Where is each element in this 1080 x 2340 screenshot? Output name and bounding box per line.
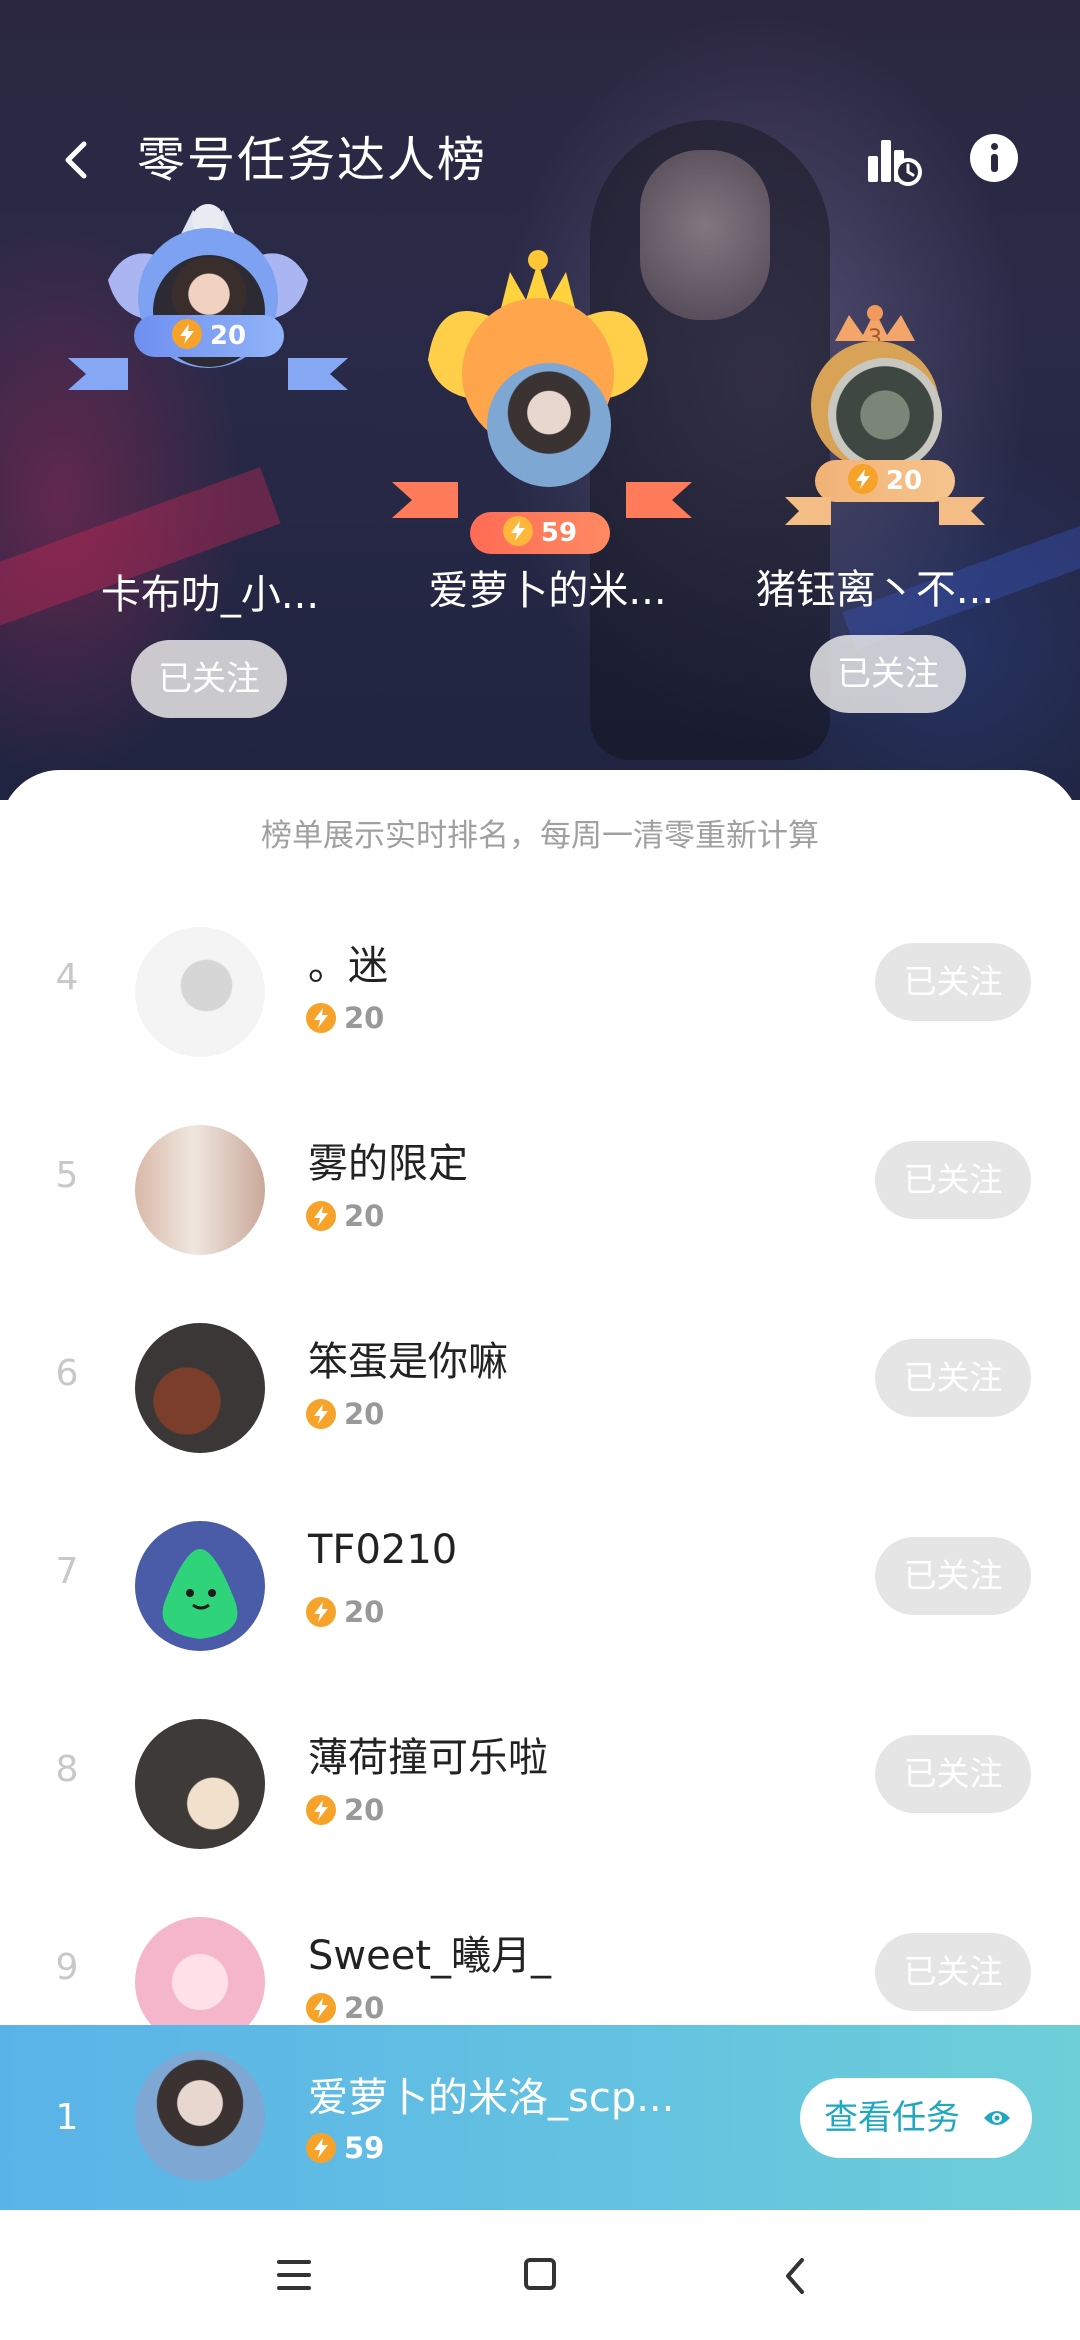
- back-button[interactable]: [50, 130, 110, 190]
- followed-button[interactable]: 已关注: [875, 1537, 1031, 1615]
- avatar[interactable]: [135, 1719, 265, 1849]
- chevron-left-icon: [65, 141, 87, 179]
- eye-icon: [984, 2111, 1010, 2125]
- lightning-bolt-icon: [847, 464, 878, 494]
- list-item[interactable]: 7 TF0210 20 已关注: [0, 1479, 1080, 1677]
- home-button[interactable]: [524, 2258, 556, 2290]
- user-name: 。迷: [308, 943, 388, 989]
- list-item[interactable]: 4 。迷 20 已关注: [0, 885, 1080, 1083]
- lightning-bolt-icon: [306, 1200, 336, 1231]
- recent-apps-button[interactable]: [277, 2260, 311, 2290]
- user-name: 笨蛋是你嘛: [308, 1339, 508, 1385]
- podium-name: 卡布叻_小...: [100, 572, 320, 618]
- my-avatar[interactable]: [135, 2051, 265, 2181]
- system-navigation-bar: [0, 2210, 1080, 2340]
- lightning-bolt-icon: [306, 1992, 336, 2023]
- my-score: 59: [306, 2131, 384, 2165]
- chevron-left-icon: [786, 2258, 804, 2294]
- info-button[interactable]: [970, 134, 1018, 182]
- podium-name: 爱萝卜的米...: [428, 568, 667, 614]
- rank-number: 9: [55, 1947, 79, 1988]
- user-score: 20: [306, 1397, 384, 1431]
- user-name: Sweet_曦月_: [308, 1933, 552, 1979]
- lightning-bolt-icon: [306, 1794, 336, 1825]
- followed-button[interactable]: 已关注: [875, 1339, 1031, 1417]
- followed-button[interactable]: 已关注: [875, 1141, 1031, 1219]
- avatar[interactable]: [828, 358, 942, 472]
- user-score: 20: [306, 1595, 384, 1629]
- avatar[interactable]: [135, 1125, 265, 1255]
- user-name: TF0210: [308, 1527, 458, 1573]
- view-task-button[interactable]: 查看任务: [800, 2078, 1032, 2158]
- user-score: 20: [306, 1001, 384, 1035]
- my-rank-number: 1: [55, 2097, 79, 2138]
- rank-number: 5: [55, 1155, 79, 1196]
- followed-button[interactable]: 已关注: [875, 1933, 1031, 2011]
- user-score: 20: [306, 1793, 384, 1827]
- followed-button[interactable]: 已关注: [131, 640, 287, 718]
- rank-number: 4: [55, 957, 79, 998]
- user-score: 20: [306, 1991, 384, 2025]
- user-name: 薄荷撞可乐啦: [308, 1735, 548, 1781]
- avatar[interactable]: [135, 927, 265, 1057]
- lightning-bolt-icon: [306, 1596, 336, 1627]
- ribbon-decoration: [785, 497, 985, 525]
- user-score: 20: [306, 1199, 384, 1233]
- view-task-label: 查看任务: [824, 2098, 960, 2138]
- lightning-bolt-icon: [306, 1002, 336, 1033]
- ribbon-decoration: [68, 358, 348, 390]
- system-back-button[interactable]: [780, 2256, 810, 2296]
- lightning-bolt-icon: [171, 319, 202, 349]
- followed-button[interactable]: 已关注: [810, 635, 966, 713]
- leaderboard-history-icon: [868, 140, 922, 186]
- leaderboard-history-button[interactable]: [866, 132, 922, 188]
- list-item[interactable]: 8 薄荷撞可乐啦 20 已关注: [0, 1677, 1080, 1875]
- green-blob-avatar-icon: [162, 1549, 238, 1639]
- podium-rank-2[interactable]: 2 20 卡布叻_小... 已关注: [50, 200, 370, 720]
- followed-button[interactable]: 已关注: [875, 943, 1031, 1021]
- avatar[interactable]: [487, 363, 611, 487]
- top-bar: 零号任务达人榜: [0, 110, 1080, 210]
- page-title: 零号任务达人榜: [137, 132, 488, 188]
- followed-button[interactable]: 已关注: [875, 1735, 1031, 1813]
- rank-number: 6: [55, 1353, 79, 1394]
- rank-number: 7: [55, 1551, 79, 1592]
- leaderboard-page: 零号任务达人榜 2 20: [0, 0, 1080, 2340]
- lightning-bolt-icon: [306, 1398, 336, 1429]
- list-item[interactable]: 5 雾的限定 20 已关注: [0, 1083, 1080, 1281]
- my-rank-bar: 1 爱萝卜的米洛_scp... 59 查看任务: [0, 2025, 1080, 2210]
- ranking-notice: 榜单展示实时排名，每周一清零重新计算: [261, 818, 819, 854]
- my-name: 爱萝卜的米洛_scp...: [308, 2075, 675, 2121]
- list-item[interactable]: 6 笨蛋是你嘛 20 已关注: [0, 1281, 1080, 1479]
- rank-number: 8: [55, 1749, 79, 1790]
- lightning-bolt-icon: [306, 2132, 336, 2163]
- podium-name: 猪钰离丶不...: [755, 567, 995, 613]
- podium-rank-3[interactable]: 3 20 猪钰离丶不... 已关注: [715, 305, 1035, 725]
- avatar[interactable]: [135, 1323, 265, 1453]
- ribbon-decoration: [392, 482, 692, 518]
- user-name: 雾的限定: [308, 1141, 468, 1187]
- avatar[interactable]: [135, 1521, 265, 1651]
